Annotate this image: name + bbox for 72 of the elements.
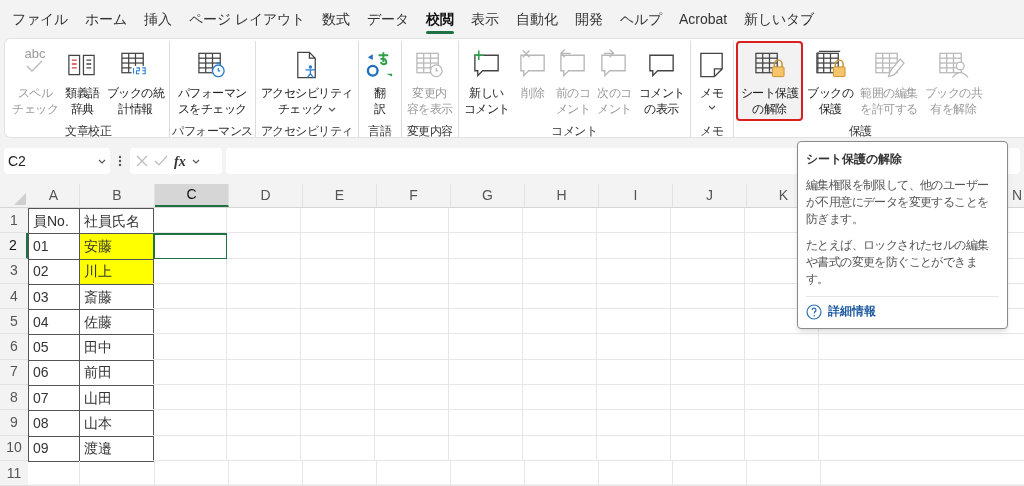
menu-tab[interactable]: 校閲 [417,2,462,36]
chevron-down-icon [327,107,336,113]
chevron-down-icon [98,158,106,164]
name-box[interactable]: C2 [4,148,110,174]
row-header[interactable]: 3 [0,258,28,284]
ribbon-button[interactable]: メモ [692,41,731,121]
menu-tab[interactable]: 開発 [566,2,611,36]
tooltip-text: たとえば、ロックされたセルの編集や書式の変更を防ぐことができます。 [806,237,990,288]
column-header[interactable]: A [28,184,80,207]
selected-cell[interactable] [153,233,227,259]
more-info-link[interactable]: 詳細情報 [828,303,876,321]
row-header[interactable]: 10 [0,435,28,461]
menu-tab[interactable]: ヘルプ [611,2,670,36]
menu-tab[interactable]: 表示 [462,2,507,36]
menu-tab[interactable]: ホーム [77,2,135,36]
grid-cell [28,460,80,486]
ribbon-button[interactable]: パフォーマン スをチェック [174,41,250,121]
row-header[interactable]: 5 [0,309,28,335]
table-cell: 渡邉 [79,435,154,462]
ribbon-group-label: パフォーマンス [172,123,253,140]
menu-tab[interactable]: データ [358,2,417,36]
more-options-icon[interactable] [118,155,122,167]
column-header[interactable]: H [525,184,599,207]
chevron-down-icon [707,105,716,110]
row-header[interactable]: 9 [0,410,28,436]
ribbon-button[interactable]: アクセシビリティ チェック [257,41,356,121]
ribbon-button[interactable]: ブックの統 計情報 [103,41,167,121]
column-header[interactable]: E [303,184,377,207]
row-header[interactable]: 8 [0,385,28,411]
cancel-icon[interactable] [136,155,148,167]
menu-tab[interactable]: Acrobat [670,2,736,36]
ribbon-group-label: 文章校正 [65,123,111,140]
ribbon-button[interactable]: シート保護 の解除 [735,41,803,121]
ribbon-button[interactable]: ブックの 保護 [804,41,856,121]
chevron-down-icon [191,158,200,164]
row-header[interactable]: 1 [0,208,28,234]
tooltip-title: シート保護の解除 [806,151,903,168]
ribbon-button[interactable]: 新しい コメント [460,41,513,121]
ribbon-group-label: 保護 [848,123,872,140]
column-header[interactable]: C [155,184,229,207]
column-header[interactable]: J [673,184,747,207]
menu-tab[interactable]: 自動化 [507,2,566,36]
table-cell: 09 [28,435,80,462]
menu-tab[interactable]: ページ レイアウト [181,2,313,36]
column-header[interactable]: I [599,184,673,207]
row-header[interactable]: 2 [0,233,28,259]
ribbon-button[interactable]: コメント の表示 [635,41,688,121]
column-header[interactable]: D [229,184,303,207]
ribbon-button[interactable]: 翻 訳 [360,41,399,121]
check-icon[interactable] [154,155,168,167]
row-header[interactable]: 4 [0,283,28,310]
menu-tab[interactable]: 数式 [313,2,358,36]
row-header[interactable]: 6 [0,334,28,360]
column-header[interactable]: G [451,184,525,207]
table-cell: 員No. [28,208,80,235]
ribbon-group-label: 変更内容 [406,123,453,140]
table-cell: 川上 [79,258,154,285]
ribbon-group-label: メモ [700,123,723,140]
menu-tab[interactable]: 新しいタブ [736,2,823,36]
ribbon-button[interactable]: 類義語 辞典 [62,41,103,121]
column-header[interactable]: F [377,184,451,207]
table-cell: 安藤 [79,233,154,260]
row-header[interactable]: 7 [0,359,28,386]
table-cell: 社員氏名 [79,208,154,235]
insert-function-button[interactable]: fx [174,150,186,172]
menu-tab[interactable]: 挿入 [136,2,180,36]
ribbon-group-label: コメント [551,123,597,140]
ribbon-group-label: 言語 [368,123,391,140]
menu-tab[interactable]: ファイル [4,2,76,36]
row-header[interactable]: 11 [0,460,28,486]
ribbon-group-label: アクセシビリティ [260,123,353,140]
help-icon[interactable] [806,303,822,320]
